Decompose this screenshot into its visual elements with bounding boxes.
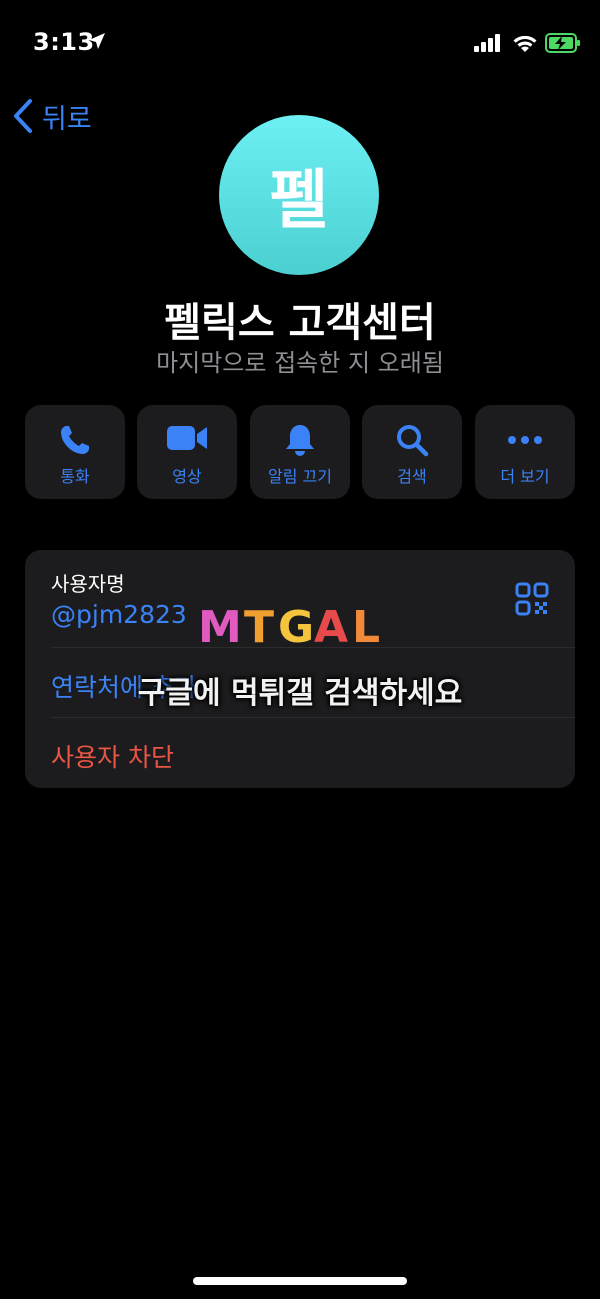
svg-text:M: M — [198, 602, 244, 650]
contact-name: 펠릭스 고객센터 — [164, 300, 436, 346]
bell-icon — [286, 425, 314, 456]
home-indicator[interactable] — [193, 1277, 407, 1285]
battery-charging-icon — [545, 33, 580, 53]
call-button[interactable]: 통화 — [25, 405, 125, 499]
more-label: 더 보기 — [500, 467, 550, 486]
search-button[interactable]: 검색 — [362, 405, 462, 499]
chevron-left-icon — [14, 99, 32, 133]
wifi-icon — [513, 35, 537, 52]
location-arrow-icon — [89, 33, 105, 49]
status-bar: 3:13 — [0, 0, 600, 88]
signal-icon — [474, 34, 500, 52]
svg-text:L: L — [352, 602, 380, 650]
svg-text:A: A — [314, 602, 348, 650]
search-label: 검색 — [397, 467, 427, 486]
video-button[interactable]: 영상 — [137, 405, 237, 499]
more-button[interactable]: 더 보기 — [475, 405, 575, 499]
avatar[interactable]: 펠 — [219, 115, 379, 275]
last-seen-status: 마지막으로 접속한 지 오래됨 — [156, 349, 444, 377]
back-button[interactable]: 뒤로 — [12, 96, 92, 136]
watermark-logo: M T G A L — [198, 602, 380, 650]
username-title: 사용자명 — [51, 572, 125, 596]
video-label: 영상 — [172, 467, 202, 486]
call-label: 통화 — [60, 467, 90, 486]
divider — [51, 717, 575, 718]
watermark-caption: 구글에 먹튀갤 검색하세요 — [137, 676, 463, 711]
video-camera-icon — [167, 426, 207, 450]
search-icon — [397, 425, 429, 457]
phone-icon — [61, 426, 89, 454]
more-icon — [508, 436, 542, 444]
avatar-initial: 펠 — [269, 164, 329, 238]
mute-button[interactable]: 알림 끄기 — [250, 405, 350, 499]
svg-text:G: G — [278, 602, 314, 650]
block-user-button[interactable]: 사용자 차단 — [51, 738, 174, 774]
action-row: 통화 영상 알림 끄기 검색 더 보기 — [25, 405, 575, 499]
back-label: 뒤로 — [42, 103, 92, 135]
username-value[interactable]: @pjm2823 — [51, 600, 187, 629]
status-time: 3:13 — [33, 28, 95, 56]
svg-text:T: T — [244, 602, 274, 650]
qr-code-icon[interactable] — [515, 582, 549, 616]
mute-label: 알림 끄기 — [268, 467, 332, 486]
